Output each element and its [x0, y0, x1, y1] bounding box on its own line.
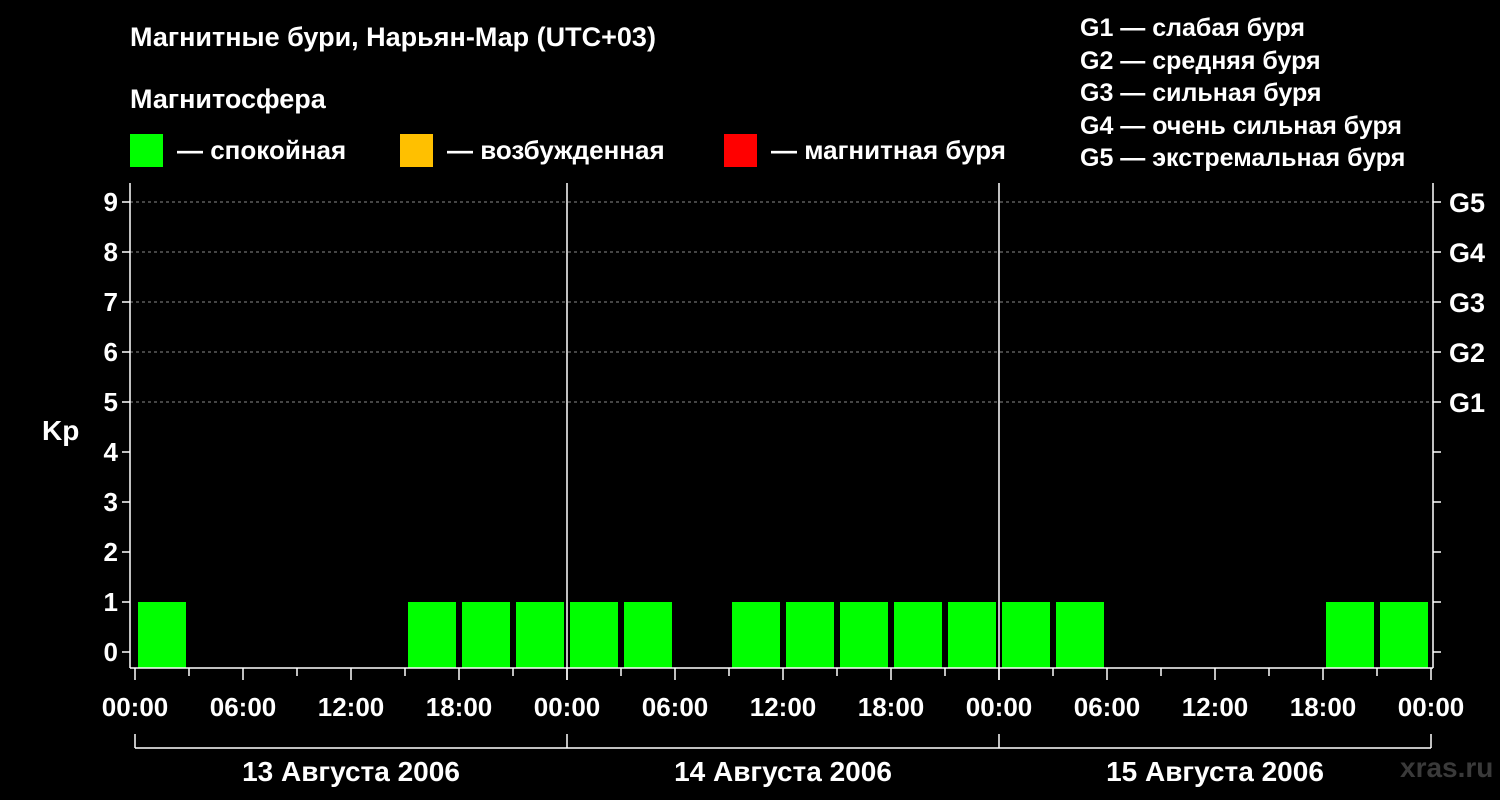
x-tick-label: 18:00	[1290, 692, 1357, 722]
legend-label-quiet: — спокойная	[177, 134, 347, 165]
legend-label-disturbed: — возбужденная	[447, 134, 665, 165]
y-tick-label: 7	[104, 287, 118, 317]
x-tick-label: 12:00	[1182, 692, 1249, 722]
storm-level-g1: G1 — слабая буря	[1080, 14, 1306, 42]
y-tick-label: 5	[104, 387, 118, 417]
kp-bar	[570, 602, 618, 668]
right-axis-label: G3	[1449, 288, 1485, 318]
x-tick-label: 18:00	[426, 692, 493, 722]
storm-level-g3: G3 — сильная буря	[1080, 79, 1322, 107]
watermark: xras.ru	[1400, 752, 1494, 783]
y-tick-label: 6	[104, 337, 118, 367]
kp-bar	[948, 602, 996, 668]
kp-bar	[786, 602, 834, 668]
x-tick-label: 12:00	[750, 692, 817, 722]
y-tick-label: 8	[104, 237, 118, 267]
chart-title: Магнитные бури, Нарьян-Мар (UTC+03)	[130, 22, 656, 52]
x-tick-label: 00:00	[534, 692, 601, 722]
x-tick-label: 06:00	[210, 692, 277, 722]
x-tick-label: 06:00	[1074, 692, 1141, 722]
kp-bar	[1380, 602, 1428, 668]
kp-bar	[1002, 602, 1050, 668]
x-tick-label: 00:00	[1398, 692, 1465, 722]
storm-level-g5: G5 — экстремальная буря	[1080, 144, 1406, 172]
storm-level-g2: G2 — средняя буря	[1080, 46, 1321, 75]
legend-swatch-quiet	[130, 133, 163, 167]
day-label: 14 Августа 2006	[674, 756, 892, 787]
day-label: 13 Августа 2006	[242, 756, 460, 787]
y-tick-label: 0	[104, 637, 118, 667]
x-tick-label: 00:00	[966, 692, 1033, 722]
x-tick-label: 00:00	[102, 692, 169, 722]
x-tick-label: 06:00	[642, 692, 709, 722]
magnetosphere-subtitle: Магнитосфера	[130, 84, 326, 114]
legend-swatch-disturbed	[400, 133, 433, 167]
y-tick-label: 4	[104, 437, 119, 467]
kp-bar	[138, 602, 186, 668]
y-tick-label: 2	[104, 537, 118, 567]
right-axis-label: G2	[1449, 338, 1485, 368]
y-tick-label: 1	[104, 587, 118, 617]
kp-bar	[894, 602, 942, 668]
x-tick-label: 12:00	[318, 692, 385, 722]
y-axis-label: Kp	[42, 415, 79, 446]
kp-bar	[462, 602, 510, 668]
legend-storm: — магнитная буря	[724, 133, 1006, 167]
legend-swatch-storm	[724, 133, 757, 167]
kp-bar	[516, 602, 564, 668]
kp-bar	[1056, 602, 1104, 668]
right-axis-label: G5	[1449, 188, 1485, 218]
kp-bar	[732, 602, 780, 668]
y-tick-label: 9	[104, 187, 118, 217]
day-label: 15 Августа 2006	[1106, 756, 1324, 787]
kp-bar	[624, 602, 672, 668]
kp-bar	[408, 602, 456, 668]
y-tick-label: 3	[104, 487, 118, 517]
right-axis-label: G1	[1449, 388, 1485, 418]
storm-level-legend: G1 — слабая буря G2 — средняя буря G3 — …	[1080, 12, 1405, 175]
right-axis-label: G4	[1449, 238, 1485, 268]
legend-disturbed: — возбужденная	[400, 133, 665, 167]
legend-quiet: — спокойная	[130, 133, 346, 167]
kp-bar	[840, 602, 888, 668]
legend-label-storm: — магнитная буря	[771, 134, 1006, 165]
x-tick-label: 18:00	[858, 692, 925, 722]
kp-bar	[1326, 602, 1374, 668]
storm-level-g4: G4 — очень сильная буря	[1080, 111, 1402, 140]
